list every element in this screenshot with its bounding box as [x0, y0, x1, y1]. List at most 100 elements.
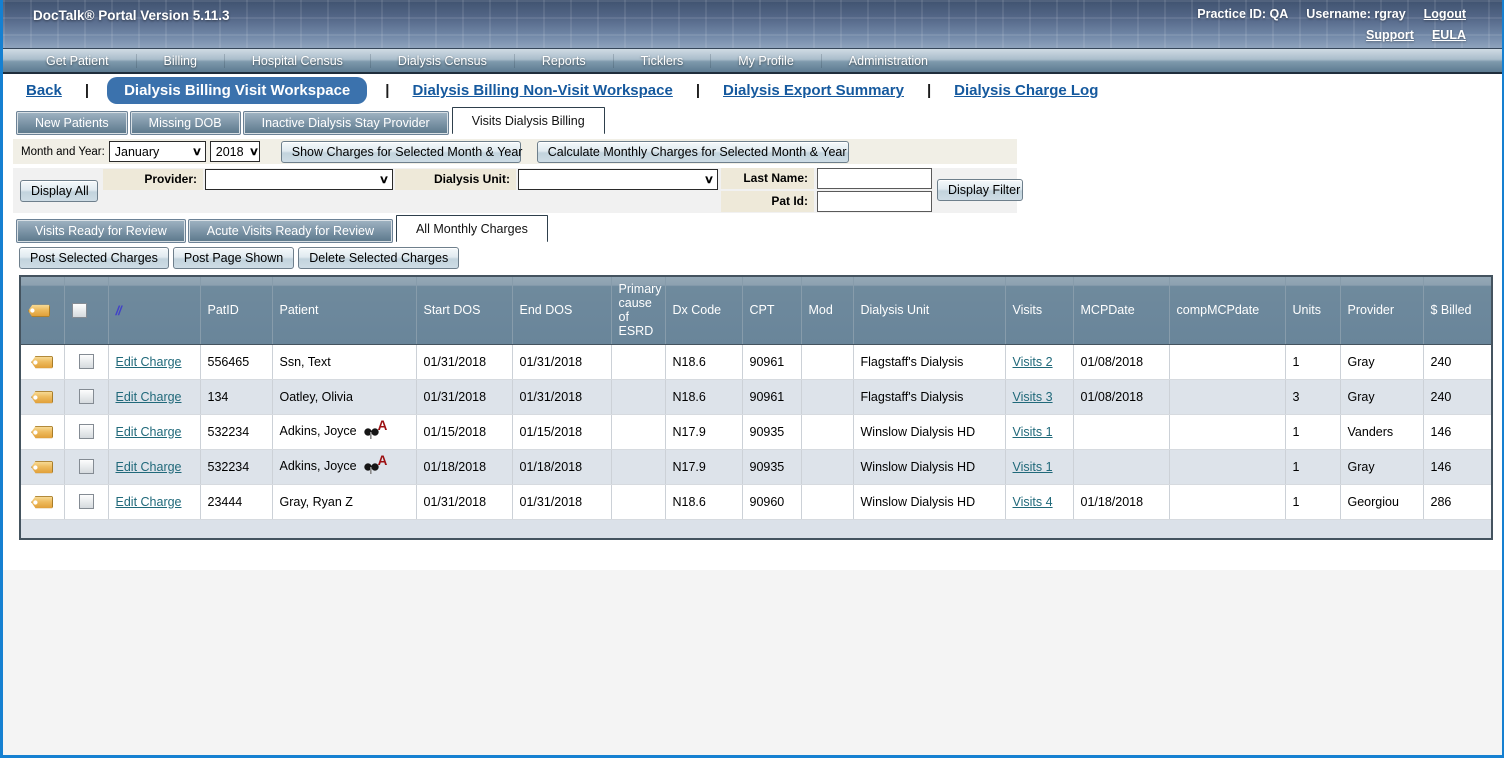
display-filter-button[interactable]: Display Filter [937, 179, 1023, 201]
last-name-input[interactable] [817, 168, 932, 189]
post-page-shown-button[interactable]: Post Page Shown [173, 247, 294, 269]
cpt-cell: 90935 [742, 414, 801, 449]
edit-charge-link[interactable]: Edit Charge [116, 355, 182, 369]
header-cpt[interactable]: CPT [742, 276, 801, 344]
select-all-checkbox[interactable] [72, 303, 87, 318]
post-selected-charges-button[interactable]: Post Selected Charges [19, 247, 169, 269]
tab-acute-visits-ready-for-review[interactable]: Acute Visits Ready for Review [189, 220, 392, 242]
pat-id-input[interactable] [817, 191, 932, 212]
tag-cell [20, 484, 64, 519]
tab-visits-ready-for-review[interactable]: Visits Ready for Review [17, 220, 185, 242]
last-name-label-cell: Last Name: [721, 168, 814, 189]
nav-my-profile[interactable]: My Profile [711, 54, 822, 68]
header-billed[interactable]: $ Billed [1423, 276, 1492, 344]
mcpdate-cell [1073, 414, 1169, 449]
mcpdate-cell: 01/08/2018 [1073, 379, 1169, 414]
eula-link[interactable]: EULA [1432, 28, 1466, 42]
nav-reports[interactable]: Reports [515, 54, 614, 68]
visits-link[interactable]: Visits 1 [1013, 425, 1053, 439]
tag-icon[interactable] [31, 356, 53, 369]
header-patid[interactable]: PatID [200, 276, 272, 344]
compmcpdate-cell [1169, 449, 1285, 484]
visits-link[interactable]: Visits 2 [1013, 355, 1053, 369]
back-link[interactable]: Back [26, 82, 62, 99]
session-line-2: Support EULA [1179, 25, 1466, 46]
visits-link[interactable]: Visits 4 [1013, 495, 1053, 509]
end-dos-cell: 01/31/2018 [512, 344, 611, 379]
tag-icon[interactable] [31, 391, 53, 404]
row-checkbox[interactable] [79, 459, 94, 474]
charge-actions: Post Selected Charges Post Page Shown De… [3, 247, 1502, 269]
charge-log-link[interactable]: Dialysis Charge Log [954, 82, 1098, 99]
tag-icon[interactable] [31, 426, 53, 439]
year-select[interactable]: 2018∨ [210, 141, 260, 162]
edit-charge-link[interactable]: Edit Charge [116, 460, 182, 474]
visits-link[interactable]: Visits 1 [1013, 460, 1053, 474]
patid-cell: 134 [200, 379, 272, 414]
edit-charge-link[interactable]: Edit Charge [116, 495, 182, 509]
header-dialysis-unit[interactable]: Dialysis Unit [853, 276, 1005, 344]
display-all-button[interactable]: Display All [20, 180, 98, 202]
logout-link[interactable]: Logout [1424, 7, 1466, 21]
header-esrd[interactable]: Primary cause of ESRD [611, 276, 665, 344]
nav-billing[interactable]: Billing [137, 54, 225, 68]
header-compmcpdate[interactable]: compMCPdate [1169, 276, 1285, 344]
nav-hospital-census[interactable]: Hospital Census [225, 54, 371, 68]
row-checkbox[interactable] [79, 424, 94, 439]
nav-get-patient[interactable]: Get Patient [19, 54, 137, 68]
tab-new-patients[interactable]: New Patients [17, 112, 127, 134]
row-checkbox[interactable] [79, 389, 94, 404]
header-units[interactable]: Units [1285, 276, 1340, 344]
header-mod[interactable]: Mod [801, 276, 853, 344]
edit-charge-link[interactable]: Edit Charge [116, 390, 182, 404]
dialysis-unit-cell: Flagstaff's Dialysis [853, 379, 1005, 414]
nav-ticklers[interactable]: Ticklers [614, 54, 712, 68]
tab-visits-dialysis-billing[interactable]: Visits Dialysis Billing [452, 107, 605, 134]
edit-header-cell: // [108, 276, 200, 344]
tag-icon[interactable] [31, 496, 53, 509]
nav-administration[interactable]: Administration [822, 54, 955, 68]
header-end-dos[interactable]: End DOS [512, 276, 611, 344]
show-charges-button[interactable]: Show Charges for Selected Month & Year [281, 141, 521, 163]
delete-selected-charges-button[interactable]: Delete Selected Charges [298, 247, 459, 269]
tag-icon[interactable] [31, 461, 53, 474]
visits-cell: Visits 1 [1005, 449, 1073, 484]
month-select[interactable]: January∨ [109, 141, 206, 162]
support-link[interactable]: Support [1366, 28, 1414, 42]
compmcpdate-cell [1169, 379, 1285, 414]
edit-charge-link[interactable]: Edit Charge [116, 425, 182, 439]
compmcpdate-cell [1169, 484, 1285, 519]
header-mcpdate[interactable]: MCPDate [1073, 276, 1169, 344]
mcpdate-cell: 01/18/2018 [1073, 484, 1169, 519]
mod-cell [801, 414, 853, 449]
month-year-label: Month and Year: [21, 146, 105, 158]
main-nav: Get Patient Billing Hospital Census Dial… [3, 48, 1502, 74]
esrd-cell [611, 379, 665, 414]
tab-all-monthly-charges[interactable]: All Monthly Charges [396, 215, 548, 242]
active-workspace-pill[interactable]: Dialysis Billing Visit Workspace [107, 77, 367, 104]
dialysis-unit-select[interactable]: ∨ [518, 169, 718, 190]
header-start-dos[interactable]: Start DOS [416, 276, 512, 344]
tab-inactive-dialysis-stay-provider[interactable]: Inactive Dialysis Stay Provider [244, 112, 448, 134]
non-visit-workspace-link[interactable]: Dialysis Billing Non-Visit Workspace [412, 82, 672, 99]
checkbox-cell [64, 344, 108, 379]
cpt-cell: 90961 [742, 379, 801, 414]
row-checkbox[interactable] [79, 494, 94, 509]
nav-dialysis-census[interactable]: Dialysis Census [371, 54, 515, 68]
practice-id-label: Practice ID: QA [1197, 7, 1288, 21]
row-checkbox[interactable] [79, 354, 94, 369]
visits-link[interactable]: Visits 3 [1013, 390, 1053, 404]
header-visits[interactable]: Visits [1005, 276, 1073, 344]
calculate-monthly-charges-button[interactable]: Calculate Monthly Charges for Selected M… [537, 141, 849, 163]
export-summary-link[interactable]: Dialysis Export Summary [723, 82, 904, 99]
checkbox-cell [64, 449, 108, 484]
header-patient[interactable]: Patient [272, 276, 416, 344]
lower-gap [3, 540, 1502, 570]
username-label: Username: rgray [1306, 7, 1405, 21]
tab-missing-dob[interactable]: Missing DOB [131, 112, 240, 134]
header-provider[interactable]: Provider [1340, 276, 1423, 344]
provider-select[interactable]: ∨ [205, 169, 393, 190]
compmcpdate-cell [1169, 344, 1285, 379]
charge-row: Edit Charge 532234 Adkins, JoyceA 01/18/… [20, 449, 1492, 484]
header-dx-code[interactable]: Dx Code [665, 276, 742, 344]
